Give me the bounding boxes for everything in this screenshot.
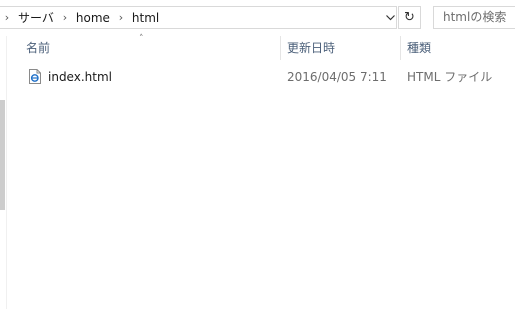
refresh-icon: ↻ — [404, 10, 415, 25]
file-type: HTML ファイル — [407, 70, 493, 84]
column-header-name[interactable]: 名前 — [26, 36, 50, 60]
breadcrumb-server[interactable]: サーバ — [15, 9, 57, 26]
refresh-button[interactable]: ↻ — [398, 6, 421, 29]
file-row[interactable]: index.html 2016/04/05 7:11 HTML ファイル — [23, 67, 503, 87]
column-header-date[interactable]: 更新日時 — [287, 36, 335, 60]
file-explorer-window: › サーバ › home › html ↻ htmlの検索 ˄ 名前 更新日時 … — [0, 0, 515, 309]
chevron-down-icon — [385, 14, 395, 20]
address-bar-row: › サーバ › home › html ↻ htmlの検索 — [0, 0, 515, 36]
address-history-dropdown[interactable] — [382, 7, 398, 28]
column-divider[interactable] — [280, 36, 281, 60]
pane-divider[interactable] — [6, 36, 7, 309]
column-header-row: 名前 更新日時 種類 — [7, 36, 515, 60]
file-modified-date: 2016/04/05 7:11 — [287, 70, 387, 84]
chevron-right-icon[interactable]: › — [115, 11, 127, 24]
navigation-pane-scrollbar[interactable] — [0, 100, 5, 210]
file-name: index.html — [48, 70, 112, 84]
column-divider[interactable] — [400, 36, 401, 60]
breadcrumb-html[interactable]: html — [129, 11, 162, 25]
breadcrumb-home[interactable]: home — [73, 11, 113, 25]
chevron-right-icon[interactable]: › — [1, 11, 13, 24]
search-input[interactable]: htmlの検索 — [433, 6, 515, 29]
html-file-icon — [29, 69, 41, 84]
address-bar[interactable]: › サーバ › home › html — [0, 6, 397, 29]
column-header-type[interactable]: 種類 — [407, 36, 431, 60]
chevron-right-icon[interactable]: › — [59, 11, 71, 24]
